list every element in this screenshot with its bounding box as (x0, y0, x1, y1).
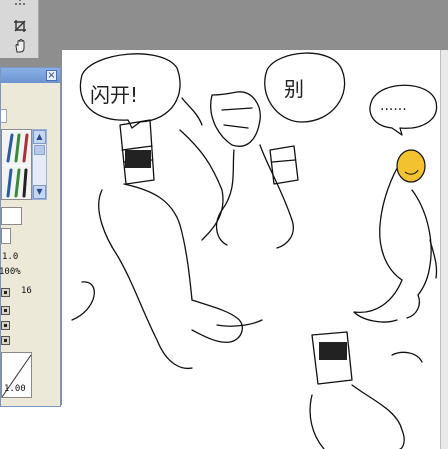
speech-text-dots: ...... (380, 98, 407, 114)
brush-option-field[interactable] (1, 228, 11, 244)
option-stepper-2[interactable] (1, 321, 10, 330)
option-stepper-3[interactable] (1, 336, 10, 345)
panel-tab[interactable] (1, 109, 7, 123)
grid-dots-icon[interactable] (12, 0, 28, 12)
scroll-thumb[interactable] (34, 145, 45, 155)
marker-brush-icon[interactable] (2, 166, 32, 200)
brush-size-stepper[interactable] (1, 288, 10, 297)
canvas-edge (0, 405, 62, 449)
speech-text-left: 闪开! (90, 83, 138, 107)
pen-brush-icon[interactable] (2, 131, 32, 165)
brush-list[interactable] (1, 129, 32, 200)
chevron-up-icon[interactable]: ▲ (33, 130, 46, 144)
value-a-label: 1.0 (2, 252, 19, 262)
curve-end-value: 1.00 (4, 384, 26, 394)
brush-list-scrollbar[interactable]: ▲ ▼ (32, 129, 47, 200)
canvas-vertical-scrollbar[interactable] (440, 50, 448, 449)
drawing-canvas[interactable]: 闪开! 别 ...... (62, 50, 440, 449)
brush-name-field[interactable] (1, 207, 22, 225)
hand-icon[interactable] (12, 38, 28, 54)
speech-text-right: 别 (284, 77, 304, 101)
close-icon[interactable]: × (46, 70, 57, 81)
sketch-artwork: 闪开! 别 ...... (71, 52, 438, 449)
value-b-label: 100% (0, 267, 21, 277)
crop-icon[interactable] (12, 18, 28, 34)
brush-size-value: 16 (21, 286, 32, 296)
brush-palette-panel: × ▲ ▼ 1.0 100% 16 1.00 (0, 67, 61, 407)
toolbox (0, 0, 39, 58)
option-stepper-1[interactable] (1, 306, 10, 315)
panel-titlebar[interactable]: × (1, 68, 60, 83)
chevron-down-icon[interactable]: ▼ (33, 185, 46, 199)
